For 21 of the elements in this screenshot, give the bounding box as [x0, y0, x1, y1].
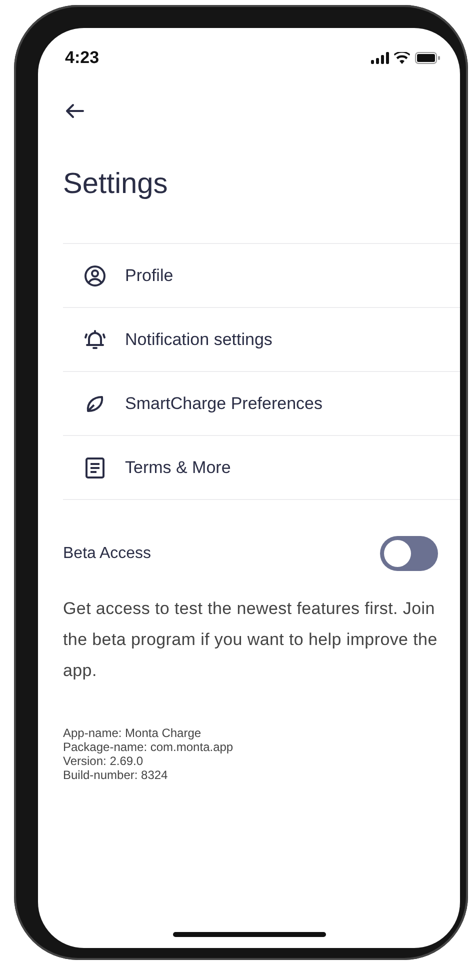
signal-icon: [371, 52, 389, 64]
bell-icon: [83, 328, 107, 350]
status-time: 4:23: [65, 48, 100, 68]
beta-description: Get access to test the newest features first. Join the beta program if you want to help improve the app.: [63, 598, 438, 682]
beta-access-toggle[interactable]: [380, 536, 438, 571]
settings-item-label[interactable]: Profile: [125, 266, 174, 286]
battery-icon: [415, 52, 440, 64]
page-title: Settings: [63, 168, 169, 201]
settings-item-label[interactable]: Terms & More: [125, 458, 231, 478]
app-info-line: Version: 2.69.0: [63, 754, 144, 768]
beta-access-label: Beta Access: [63, 544, 152, 562]
leaf-icon: [85, 394, 105, 414]
profile-icon: [84, 264, 106, 286]
settings-item-label[interactable]: SmartCharge Preferences: [125, 394, 322, 414]
document-icon: [85, 456, 105, 478]
back-arrow-icon[interactable]: [65, 103, 87, 119]
settings-item-label[interactable]: Notification settings: [125, 330, 272, 350]
wifi-icon: [394, 52, 410, 64]
app-info-line: Build-number: 8324: [63, 768, 168, 782]
app-info-line: Package-name: com.monta.app: [63, 740, 234, 754]
app-info-line: App-name: Monta Charge: [63, 726, 202, 740]
